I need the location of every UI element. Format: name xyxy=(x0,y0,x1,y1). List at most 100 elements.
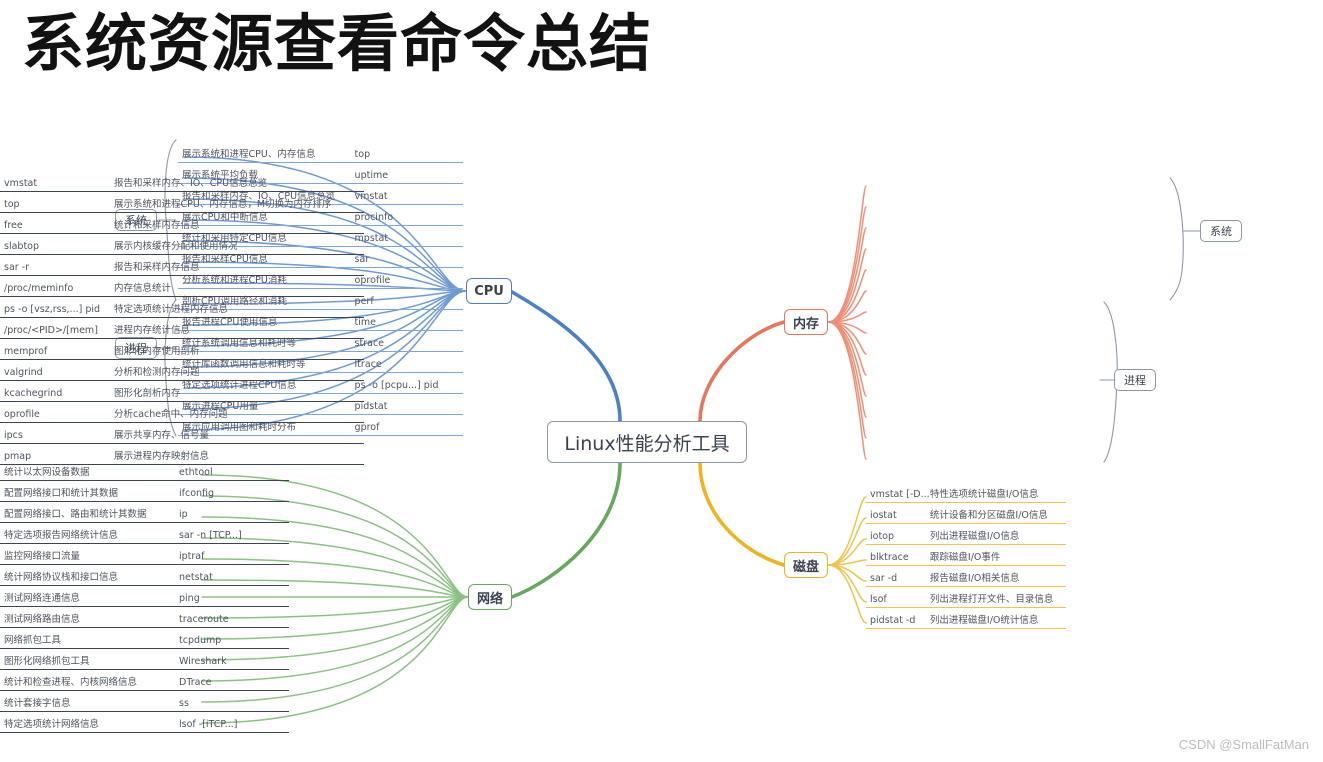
branch-hub-disk[interactable]: 磁盘 xyxy=(784,552,828,578)
leaf-description: 统计设备和分区磁盘I/O信息 xyxy=(929,510,1048,521)
leaf-row[interactable]: 特定选项报告网络统计信息 sar -n [TCP...] xyxy=(0,524,289,544)
leaf-row[interactable]: 配置网络接口、路由和统计其数据 ip xyxy=(0,503,289,523)
leaf-row[interactable]: memprof 图形化内存使用剖析 xyxy=(0,340,364,360)
center-node-label: Linux性能分析工具 xyxy=(564,432,730,455)
leaf-command: sar -n [TCP...] xyxy=(179,530,242,541)
leaf-description: 配置网络接口和统计其数据 xyxy=(4,488,119,499)
leaf-command: ss xyxy=(179,698,189,709)
leaf-command: uptime xyxy=(354,170,389,181)
leaf-command: ethtool xyxy=(179,467,213,478)
leaf-description: 特定选项统计进程内存信息 xyxy=(114,304,229,315)
leaf-description: 报告和采样内存、IO、CPU信息总览 xyxy=(114,178,268,189)
leaf-description: 展示内核缓存分配和使用情况 xyxy=(114,241,238,252)
leaf-row[interactable]: /proc/<PID>/[mem] 进程内存统计信息 xyxy=(0,319,364,339)
leaf-row[interactable]: pmap 展示进程内存映射信息 xyxy=(0,445,364,465)
group-chip-memory-system[interactable]: 系统 xyxy=(1200,220,1242,242)
leaf-row[interactable]: 统计套接字信息 ss xyxy=(0,692,289,712)
leaf-description: 统计套接字信息 xyxy=(4,698,71,709)
leaf-command: free xyxy=(4,220,23,231)
leaf-command: pidstat -d xyxy=(870,615,916,626)
leaf-row[interactable]: 网络抓包工具 tcpdump xyxy=(0,629,289,649)
leaf-row[interactable]: vmstat 报告和采样内存、IO、CPU信息总览 xyxy=(0,172,364,192)
leaf-command: /proc/<PID>/[mem] xyxy=(4,325,98,336)
leaf-command: top xyxy=(4,199,20,210)
leaf-description: 列出进程打开文件、目录信息 xyxy=(929,594,1054,605)
leaf-description: 配置网络接口、路由和统计其数据 xyxy=(4,509,147,520)
branch-hub-cpu[interactable]: CPU xyxy=(466,278,512,304)
leaf-command: oprofile xyxy=(4,409,40,420)
leaf-command: ping xyxy=(179,593,200,604)
leaf-command: perf xyxy=(354,296,374,307)
leaf-row[interactable]: 测试网络路由信息 traceroute xyxy=(0,608,289,628)
leaf-row[interactable]: blktrace 跟踪磁盘I/O事件 xyxy=(866,546,1066,566)
leaf-description: 报告和采样内存信息 xyxy=(114,262,200,273)
leaf-command: memprof xyxy=(4,346,48,357)
leaf-row[interactable]: 展示系统和进程CPU、内存信息 top xyxy=(178,143,463,163)
leaf-description: 列出进程磁盘I/O统计信息 xyxy=(929,615,1039,626)
leaf-command: mpstat xyxy=(354,233,389,244)
leaf-description: 特定选项统计网络信息 xyxy=(4,719,100,730)
page-title: 系统资源查看命令总结 xyxy=(22,7,653,80)
leaf-command: blktrace xyxy=(870,552,909,563)
leaf-row[interactable]: ipcs 展示共享内存、信号量 xyxy=(0,424,364,444)
leaf-description: 内存信息统计 xyxy=(114,283,172,294)
leaf-row[interactable]: lsof 列出进程打开文件、目录信息 xyxy=(866,588,1066,608)
leaf-description: 特性选项统计磁盘I/O信息 xyxy=(929,489,1039,500)
group-chip-memory-process[interactable]: 进程 xyxy=(1114,369,1156,391)
leaf-row[interactable]: oprofile 分析cache命中、内存问题 xyxy=(0,403,364,423)
leaf-command: /proc/meminfo xyxy=(4,283,74,294)
leaf-row[interactable]: free 统计和采样内存信息 xyxy=(0,214,364,234)
leaf-command: tcpdump xyxy=(179,635,222,646)
leaf-row[interactable]: 统计和检查进程、内核网络信息 DTrace xyxy=(0,671,289,691)
leaf-command: iptraf xyxy=(179,551,205,562)
leaf-row[interactable]: sar -r 报告和采样内存信息 xyxy=(0,256,364,276)
leaf-description: 统计网络协议栈和接口信息 xyxy=(4,572,119,583)
leaf-row[interactable]: 监控网络接口流量 iptraf xyxy=(0,545,289,565)
leaf-description: 分析cache命中、内存问题 xyxy=(114,409,228,420)
leaf-row[interactable]: 配置网络接口和统计其数据 ifconfig xyxy=(0,482,289,502)
leaf-command: gprof xyxy=(354,422,380,433)
leaf-command: lsof xyxy=(870,594,887,605)
leaf-row[interactable]: valgrind 分析和检测内存问题 xyxy=(0,361,364,381)
group-chip-memory-process-label: 进程 xyxy=(1124,374,1146,387)
branch-hub-memory[interactable]: 内存 xyxy=(784,309,828,335)
leaf-row[interactable]: 统计网络协议栈和接口信息 netstat xyxy=(0,566,289,586)
leaf-command: vmstat xyxy=(354,191,388,202)
leaf-row[interactable]: top 展示系统和进程CPU、内存信息，M切换为内存排序 xyxy=(0,193,364,213)
branch-hub-disk-label: 磁盘 xyxy=(792,559,819,575)
leaf-row[interactable]: iotop 列出进程磁盘I/O信息 xyxy=(866,525,1066,545)
leaf-command: lsof -[iTCP...] xyxy=(179,719,238,730)
leaf-command: ipcs xyxy=(4,430,23,441)
leaf-description: 图形化网络抓包工具 xyxy=(4,656,90,667)
center-node[interactable]: Linux性能分析工具 xyxy=(547,421,747,463)
branch-hub-network[interactable]: 网络 xyxy=(468,584,512,610)
leaf-row[interactable]: sar -d 报告磁盘I/O相关信息 xyxy=(866,567,1066,587)
leaf-command: vmstat xyxy=(4,178,38,189)
leaf-command: vmstat [-D...] xyxy=(870,489,930,500)
leaf-row[interactable]: kcachegrind 图形化剖析内存 xyxy=(0,382,364,402)
leaf-description: 统计和采样内存信息 xyxy=(114,220,200,231)
leaf-row[interactable]: iostat 统计设备和分区磁盘I/O信息 xyxy=(866,504,1066,524)
leaf-command: ps -o [pcpu...] pid xyxy=(354,380,439,391)
leaf-description: 统计以太网设备数据 xyxy=(4,467,90,478)
leaf-description: 图形化剖析内存 xyxy=(114,388,181,399)
leaf-command: slabtop xyxy=(4,241,40,252)
leaf-row[interactable]: 特定选项统计网络信息 lsof -[iTCP...] xyxy=(0,713,289,733)
leaf-description: 展示进程内存映射信息 xyxy=(114,451,210,462)
leaf-command: ip xyxy=(179,509,188,520)
leaf-row[interactable]: slabtop 展示内核缓存分配和使用情况 xyxy=(0,235,364,255)
leaf-row[interactable]: pidstat -d 列出进程磁盘I/O统计信息 xyxy=(866,609,1066,629)
leaf-command: time xyxy=(354,317,377,328)
leaf-row[interactable]: vmstat [-D...] 特性选项统计磁盘I/O信息 xyxy=(866,483,1066,503)
leaf-command: strace xyxy=(354,338,385,349)
leaf-description: 跟踪磁盘I/O事件 xyxy=(929,552,1001,563)
leaf-row[interactable]: /proc/meminfo 内存信息统计 xyxy=(0,277,364,297)
leaf-row[interactable]: 测试网络连通信息 ping xyxy=(0,587,289,607)
leaf-description: 列出进程磁盘I/O信息 xyxy=(929,531,1020,542)
leaf-row[interactable]: 图形化网络抓包工具 Wireshark xyxy=(0,650,289,670)
leaf-description: 进程内存统计信息 xyxy=(114,325,191,336)
leaf-command: oprofile xyxy=(354,275,391,286)
leaf-row[interactable]: ps -o [vsz,rss,...] pid 特定选项统计进程内存信息 xyxy=(0,298,364,318)
group-chip-memory-system-label: 系统 xyxy=(1210,225,1232,238)
branch-hub-network-label: 网络 xyxy=(476,591,503,607)
